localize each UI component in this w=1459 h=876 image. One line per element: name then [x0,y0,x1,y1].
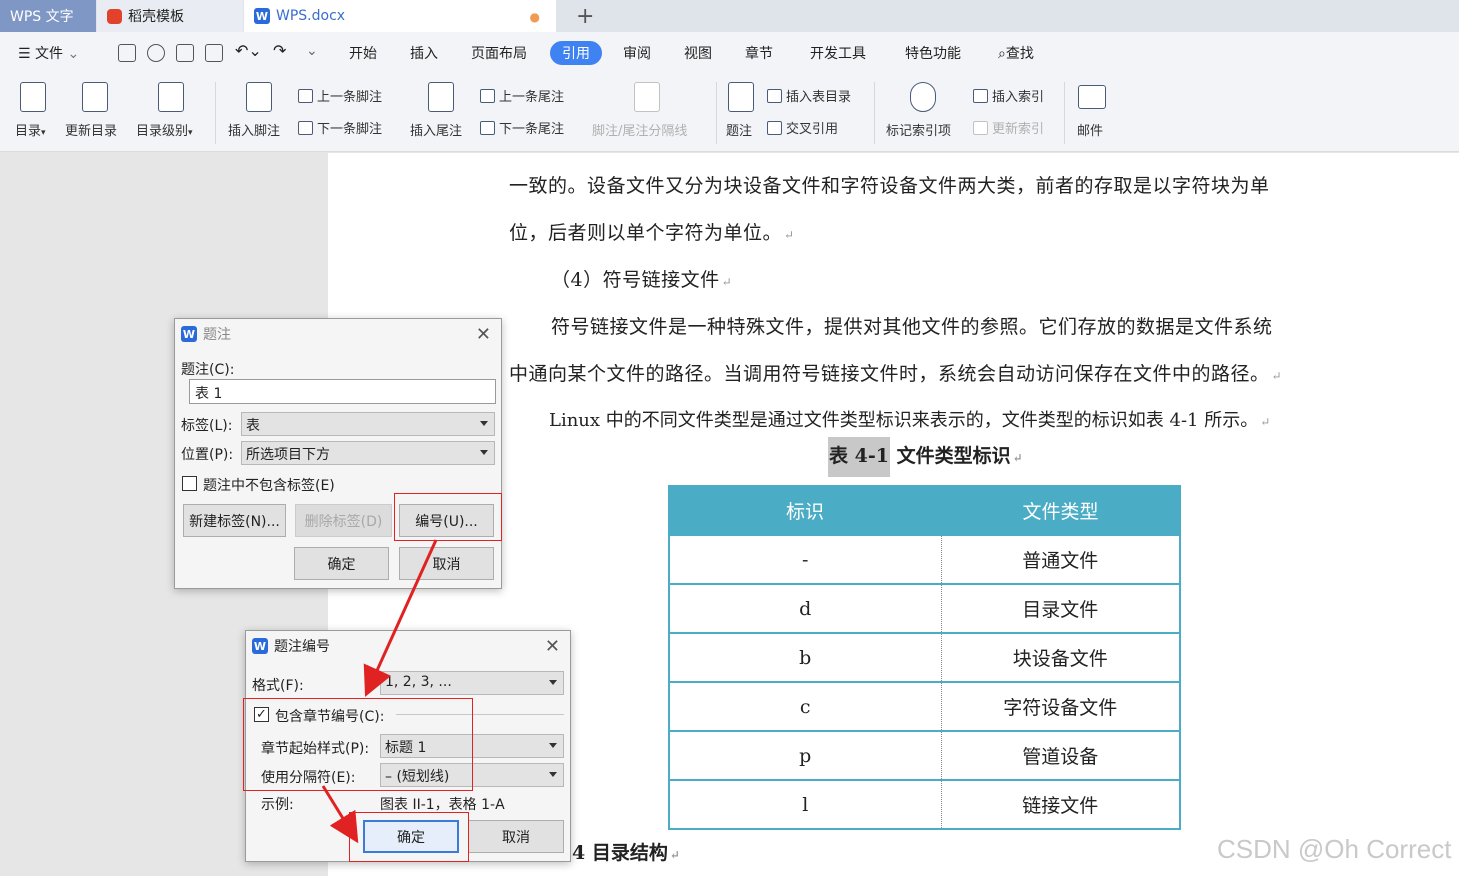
annotation-arrow [321,785,359,844]
annotation-arrows [321,539,438,844]
annotation-arrow [363,539,438,697]
